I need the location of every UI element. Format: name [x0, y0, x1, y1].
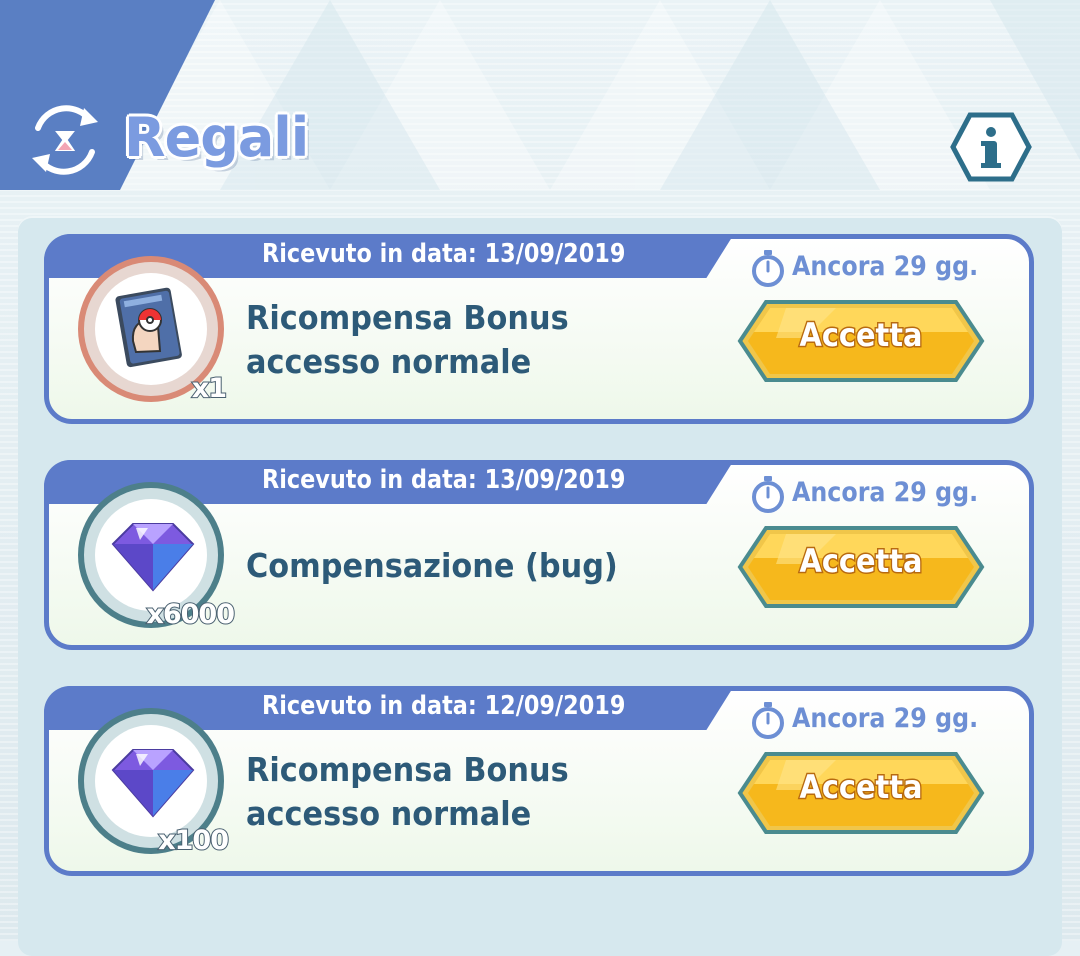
received-date: Ricevuto in data: 13/09/2019	[262, 465, 626, 495]
stopwatch-icon	[752, 476, 784, 513]
expiry-timer: Ancora 29 gg.	[748, 700, 1008, 740]
accept-button[interactable]: Accetta	[736, 750, 986, 836]
expiry-timer: Ancora 29 gg.	[748, 248, 1008, 288]
accept-button[interactable]: Accetta	[736, 524, 986, 610]
accept-label: Accetta	[798, 315, 924, 356]
received-date: Ricevuto in data: 12/09/2019	[262, 691, 626, 721]
accept-button[interactable]: Accetta	[736, 298, 986, 384]
stopwatch-icon	[752, 250, 784, 287]
info-icon[interactable]	[950, 112, 1032, 182]
item-slot: x100	[78, 708, 230, 857]
gift-card: Ricevuto in data: 12/09/2019 x100 Ricomp…	[44, 686, 1034, 876]
item-quantity: x6000	[145, 598, 236, 631]
reward-title: Ricompensa Bonus accesso normale	[246, 750, 569, 833]
page-title: Regali	[124, 106, 309, 169]
item-slot: x6000	[78, 482, 236, 631]
reward-title: Compensazione (bug)	[246, 546, 618, 585]
remaining-days: Ancora 29 gg.	[792, 477, 979, 508]
accept-label: Accetta	[798, 767, 924, 808]
gift-card: Ricevuto in data: 13/09/2019 x1 Ricompen…	[44, 234, 1034, 424]
item-slot: x1	[78, 256, 228, 405]
expiry-timer: Ancora 29 gg.	[748, 474, 1008, 514]
remaining-days: Ancora 29 gg.	[792, 703, 979, 734]
reward-title: Ricompensa Bonus accesso normale	[246, 298, 569, 381]
received-date: Ricevuto in data: 13/09/2019	[262, 239, 626, 269]
accept-label: Accetta	[798, 541, 924, 582]
item-quantity: x1	[191, 372, 228, 405]
item-quantity: x100	[157, 824, 230, 857]
remaining-days: Ancora 29 gg.	[792, 251, 979, 282]
stopwatch-icon	[752, 702, 784, 739]
gift-exchange-icon	[32, 105, 98, 175]
gift-card: Ricevuto in data: 13/09/2019 x6000 Compe…	[44, 460, 1034, 650]
